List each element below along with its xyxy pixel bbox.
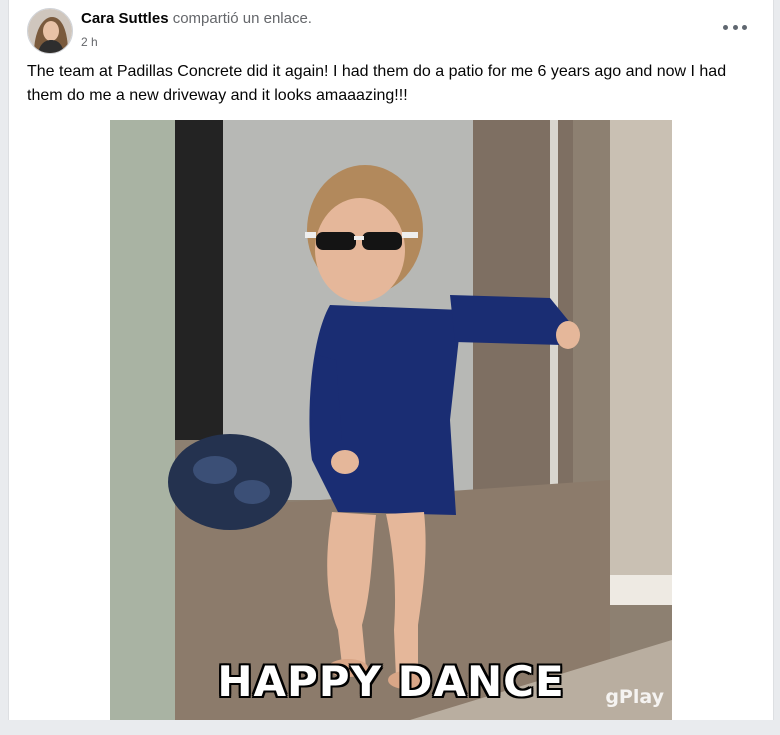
more-options-button[interactable] xyxy=(723,18,747,36)
author-name[interactable]: Cara Suttles xyxy=(81,10,169,27)
post-timestamp[interactable]: 2 h xyxy=(81,35,98,49)
gif-frame-illustration xyxy=(110,120,672,720)
post-media-gif[interactable]: HAPPY DANCE gPlay xyxy=(110,120,672,720)
avatar-image xyxy=(28,9,72,53)
feed-gap xyxy=(0,720,780,735)
post-header-line: Cara Suttles compartió un enlace. xyxy=(81,10,312,27)
gif-caption: HAPPY DANCE xyxy=(217,657,565,706)
post-card: Cara Suttles compartió un enlace. 2 h Th… xyxy=(8,0,774,720)
gif-watermark: gPlay xyxy=(605,686,664,708)
avatar[interactable] xyxy=(27,8,73,54)
more-horizontal-icon xyxy=(723,24,728,30)
post-action-text: compartió un enlace. xyxy=(172,10,312,27)
post-body-text: The team at Padillas Concrete did it aga… xyxy=(27,63,727,104)
